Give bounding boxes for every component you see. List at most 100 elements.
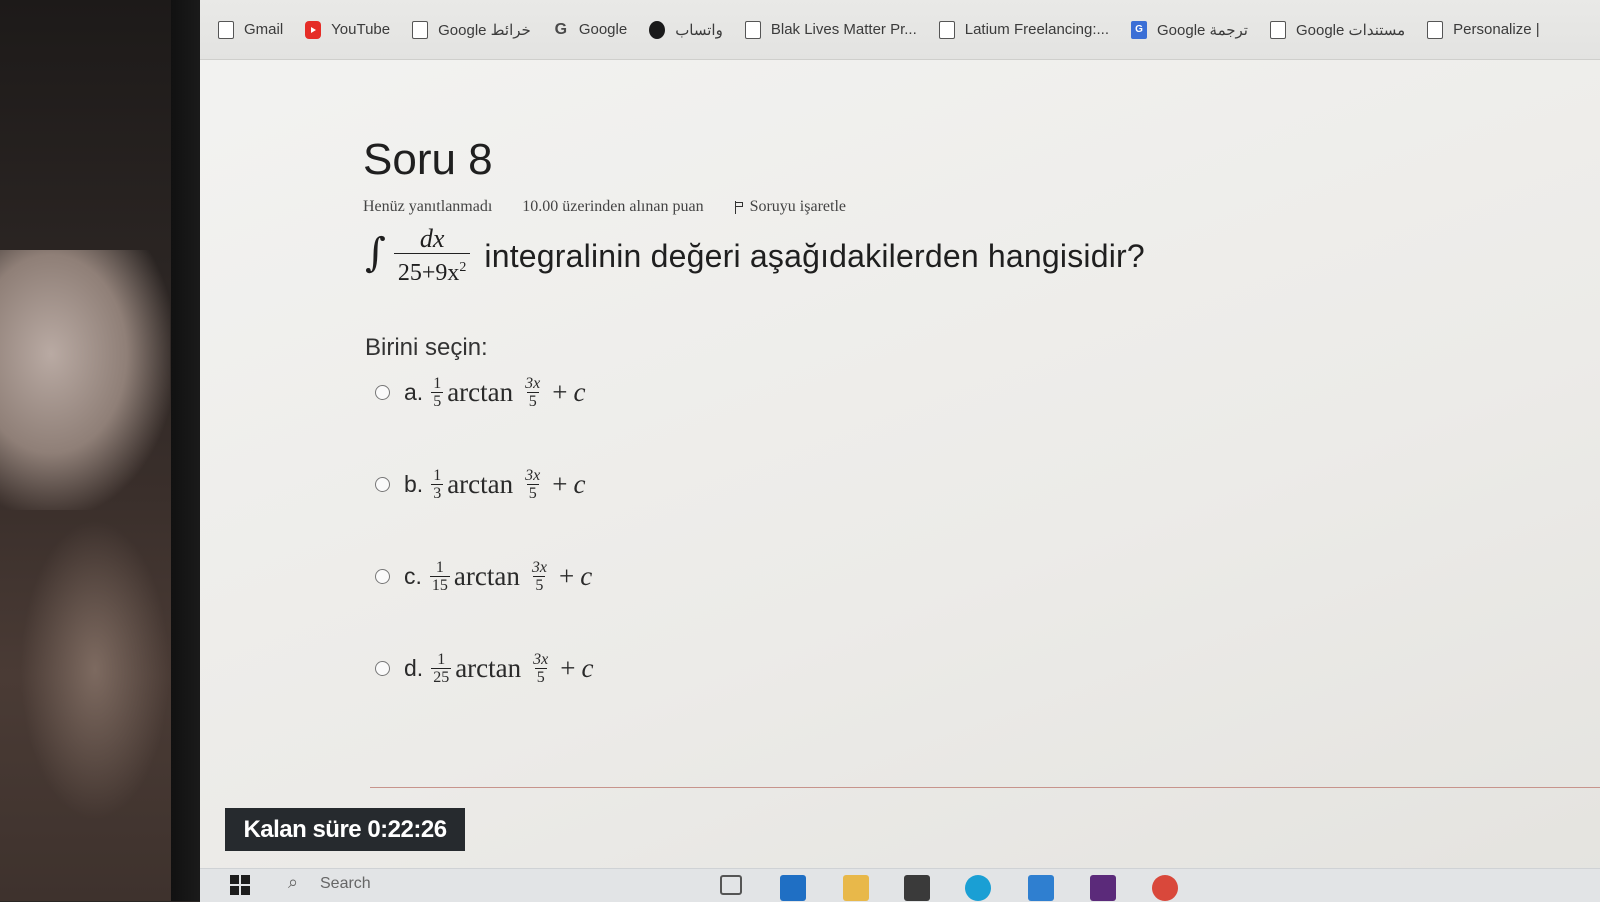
argument-denominator: 5 [526,392,539,410]
flag-question-button[interactable]: Soruyu işaretle [734,198,846,216]
radio-button[interactable] [375,477,390,492]
question-prompt: integralinin değeri aşağıdakilerden hang… [484,237,1145,274]
plus-sign: + [552,377,568,407]
radio-button[interactable] [375,661,390,676]
question-points: 10.00 üzerinden alınan puan [522,198,704,215]
coefficient-denominator: 15 [429,576,450,594]
option-b[interactable]: b. 1 3 arctan 3x 5 + c [375,467,585,502]
question-title: Soru 8 [363,135,493,184]
bookmark-label: واتساب [675,21,723,39]
function-name: arctan [453,561,520,591]
function-name: arctan [447,469,514,499]
bookmark-google[interactable]: G Google [553,20,628,39]
plus-sign: + [552,469,568,499]
bookmark-google-maps[interactable]: Google خرائط [412,20,531,39]
page-icon [1269,20,1286,39]
argument-numerator: 3x [533,651,549,668]
page-icon [938,20,955,39]
app-icon[interactable] [1090,875,1116,901]
choose-label: Birini seçin: [365,334,488,361]
bookmark-personalize[interactable]: Personalize | [1427,20,1540,39]
radio-button[interactable] [375,385,390,400]
google-icon: G [554,20,568,38]
coefficient-numerator: 1 [433,467,442,484]
coefficient-numerator: 1 [433,375,442,392]
argument-numerator: 3x [531,559,547,576]
constant: c [573,469,586,499]
task-view-icon[interactable] [720,875,742,895]
flag-icon [734,201,744,214]
coefficient-fraction: 1 5 [431,375,444,410]
function-name: arctan [447,377,514,407]
background-shape [0,250,170,510]
option-math: 1 5 arctan 3x 5 + c [431,375,585,410]
bookmarks-bar: Gmail YouTube Google خرائط G Google واتس… [200,0,1600,60]
bookmark-latium[interactable]: Latium Freelancing:... [938,20,1109,39]
coefficient-numerator: 1 [437,651,446,668]
question-status: Henüz yanıtlanmadı [363,198,493,215]
option-letter: d. [404,655,424,681]
option-d[interactable]: d. 1 25 arctan 3x 5 + c [375,651,593,686]
argument-denominator: 5 [534,668,547,686]
option-letter: b. [404,471,424,497]
plus-sign: + [560,653,576,683]
bookmark-google-docs[interactable]: Google مستندات [1269,20,1406,39]
bookmark-gmail[interactable]: Gmail [218,20,284,39]
function-name: arctan [455,653,522,683]
chrome-icon[interactable] [1152,875,1178,901]
time-remaining-badge: Kalan süre 0:22:26 [225,808,465,851]
coefficient-denominator: 25 [431,668,452,686]
option-math: 1 15 arctan 3x 5 + c [429,559,593,594]
option-letter: c. [404,563,422,589]
page-icon [1427,20,1444,39]
constant: c [580,561,593,591]
option-math: 1 3 arctan 3x 5 + c [431,467,585,502]
coefficient-denominator: 3 [431,484,444,502]
background-shape [20,520,170,820]
plus-sign: + [558,561,575,591]
bookmark-label: Google مستندات [1295,21,1406,39]
argument-denominator: 5 [533,576,546,594]
flag-label: Soruyu işaretle [749,198,846,215]
divider [370,787,1600,788]
windows-start-icon[interactable] [230,875,250,895]
question-text: ∫ dx 25+9x2 integralinin değeri aşağıdak… [365,225,1145,287]
outlook-icon[interactable] [780,875,806,901]
bookmark-youtube[interactable]: YouTube [305,20,391,39]
option-a[interactable]: a. 1 5 arctan 3x 5 + c [375,375,585,410]
browser-screen: Gmail YouTube Google خرائط G Google واتس… [200,0,1600,902]
argument-fraction: 3x 5 [523,467,542,502]
bookmark-blm[interactable]: Blak Lives Matter Pr... [744,20,917,39]
youtube-icon [305,20,322,39]
store-icon[interactable] [904,875,930,901]
argument-numerator: 3x [525,375,541,392]
bookmark-label: Google [578,21,628,38]
option-letter: a. [404,379,424,405]
whatsapp-icon [649,20,666,39]
coefficient-fraction: 1 25 [431,651,452,686]
bookmark-whatsapp[interactable]: واتساب [649,20,723,39]
denominator-exponent: 2 [459,260,467,275]
background-photo-region [0,0,205,901]
option-c[interactable]: c. 1 15 arctan 3x 5 + c [375,559,592,594]
radio-button[interactable] [375,569,390,584]
constant: c [573,377,586,407]
bookmark-label: Google ترجمة [1157,21,1248,39]
mail-icon[interactable] [1028,875,1054,901]
argument-fraction: 3x 5 [530,559,549,594]
argument-numerator: 3x [525,467,541,484]
argument-fraction: 3x 5 [523,375,542,410]
file-explorer-icon[interactable] [843,875,869,901]
edge-icon[interactable] [965,875,991,901]
coefficient-fraction: 1 3 [431,467,444,502]
bookmark-google-translate[interactable]: G Google ترجمة [1131,20,1248,39]
bookmark-label: YouTube [331,21,391,38]
search-icon: ⌕ [288,872,299,892]
constant: c [581,653,594,683]
taskbar-search-input[interactable]: Search [320,875,371,893]
bookmark-label: Gmail [244,21,284,38]
coefficient-numerator: 1 [435,559,444,576]
page-icon [218,20,234,39]
bookmark-label: Latium Freelancing:... [964,21,1109,38]
integral-sign: ∫ [365,230,386,276]
